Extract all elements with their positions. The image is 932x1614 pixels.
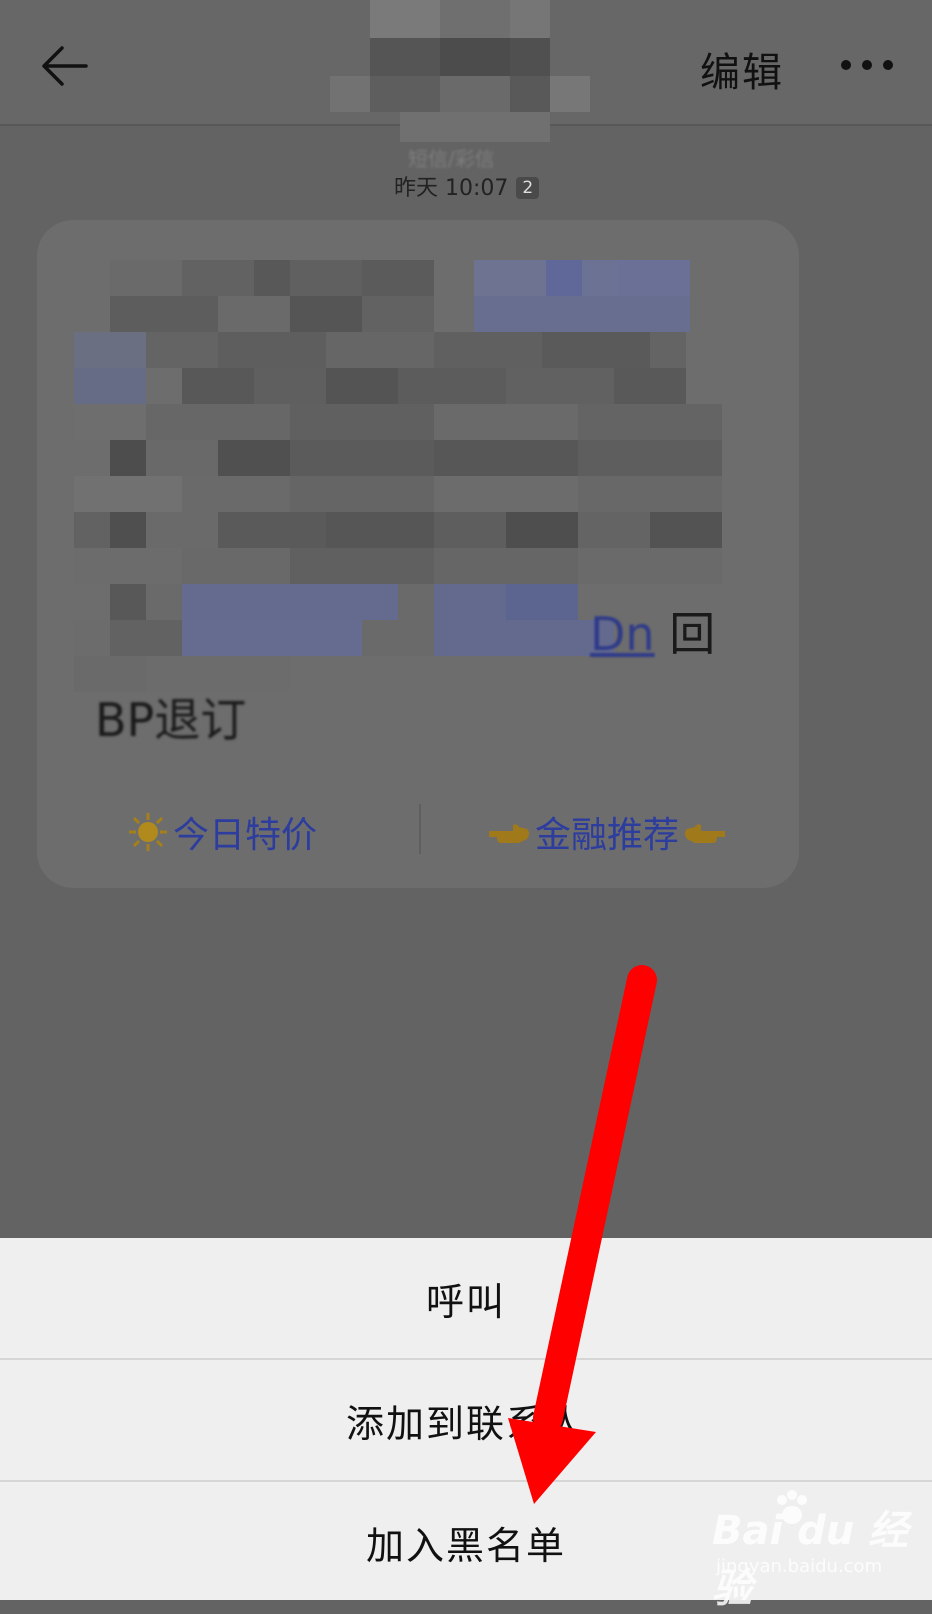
add-to-contacts-option[interactable]: 添加到联系人 [0, 1360, 932, 1480]
sim-badge: 2 [516, 177, 540, 199]
quick-reply-divider [419, 804, 421, 854]
quick-reply-label: 今日特价 [173, 815, 318, 856]
tail-char: 回 [669, 607, 716, 661]
watermark-url: jingyan.baidu.com [716, 1556, 883, 1577]
redacted-contact-title [330, 0, 595, 150]
quick-reply-daily-deal[interactable]: 今日特价 [127, 806, 317, 858]
more-horizontal-icon[interactable] [840, 52, 894, 78]
message-tail-right: Dn 回 [590, 598, 715, 664]
baidu-watermark: Bai du 经验 jingyan.baidu.com [712, 1490, 922, 1612]
sun-icon [129, 813, 167, 851]
redacted-message-body [74, 260, 784, 740]
arrow-left-icon[interactable] [36, 38, 92, 94]
quick-reply-row: 今日特价 金融推荐 [37, 800, 799, 860]
unsubscribe-text: BP退订 [95, 693, 247, 747]
quick-reply-label: 金融推荐 [535, 815, 680, 856]
quick-reply-finance[interactable]: 金融推荐 [487, 806, 727, 858]
message-timestamp: 昨天 10:07 2 [394, 170, 540, 202]
edit-button[interactable]: 编辑 [700, 40, 784, 98]
message-link[interactable]: Dn [590, 607, 655, 661]
timestamp-text: 昨天 10:07 [394, 176, 509, 201]
pointing-hand-icon [685, 824, 726, 843]
pointing-hand-icon [489, 824, 529, 843]
message-type-label: 短信/彩信 [408, 147, 495, 171]
call-option[interactable]: 呼叫 [0, 1238, 932, 1358]
